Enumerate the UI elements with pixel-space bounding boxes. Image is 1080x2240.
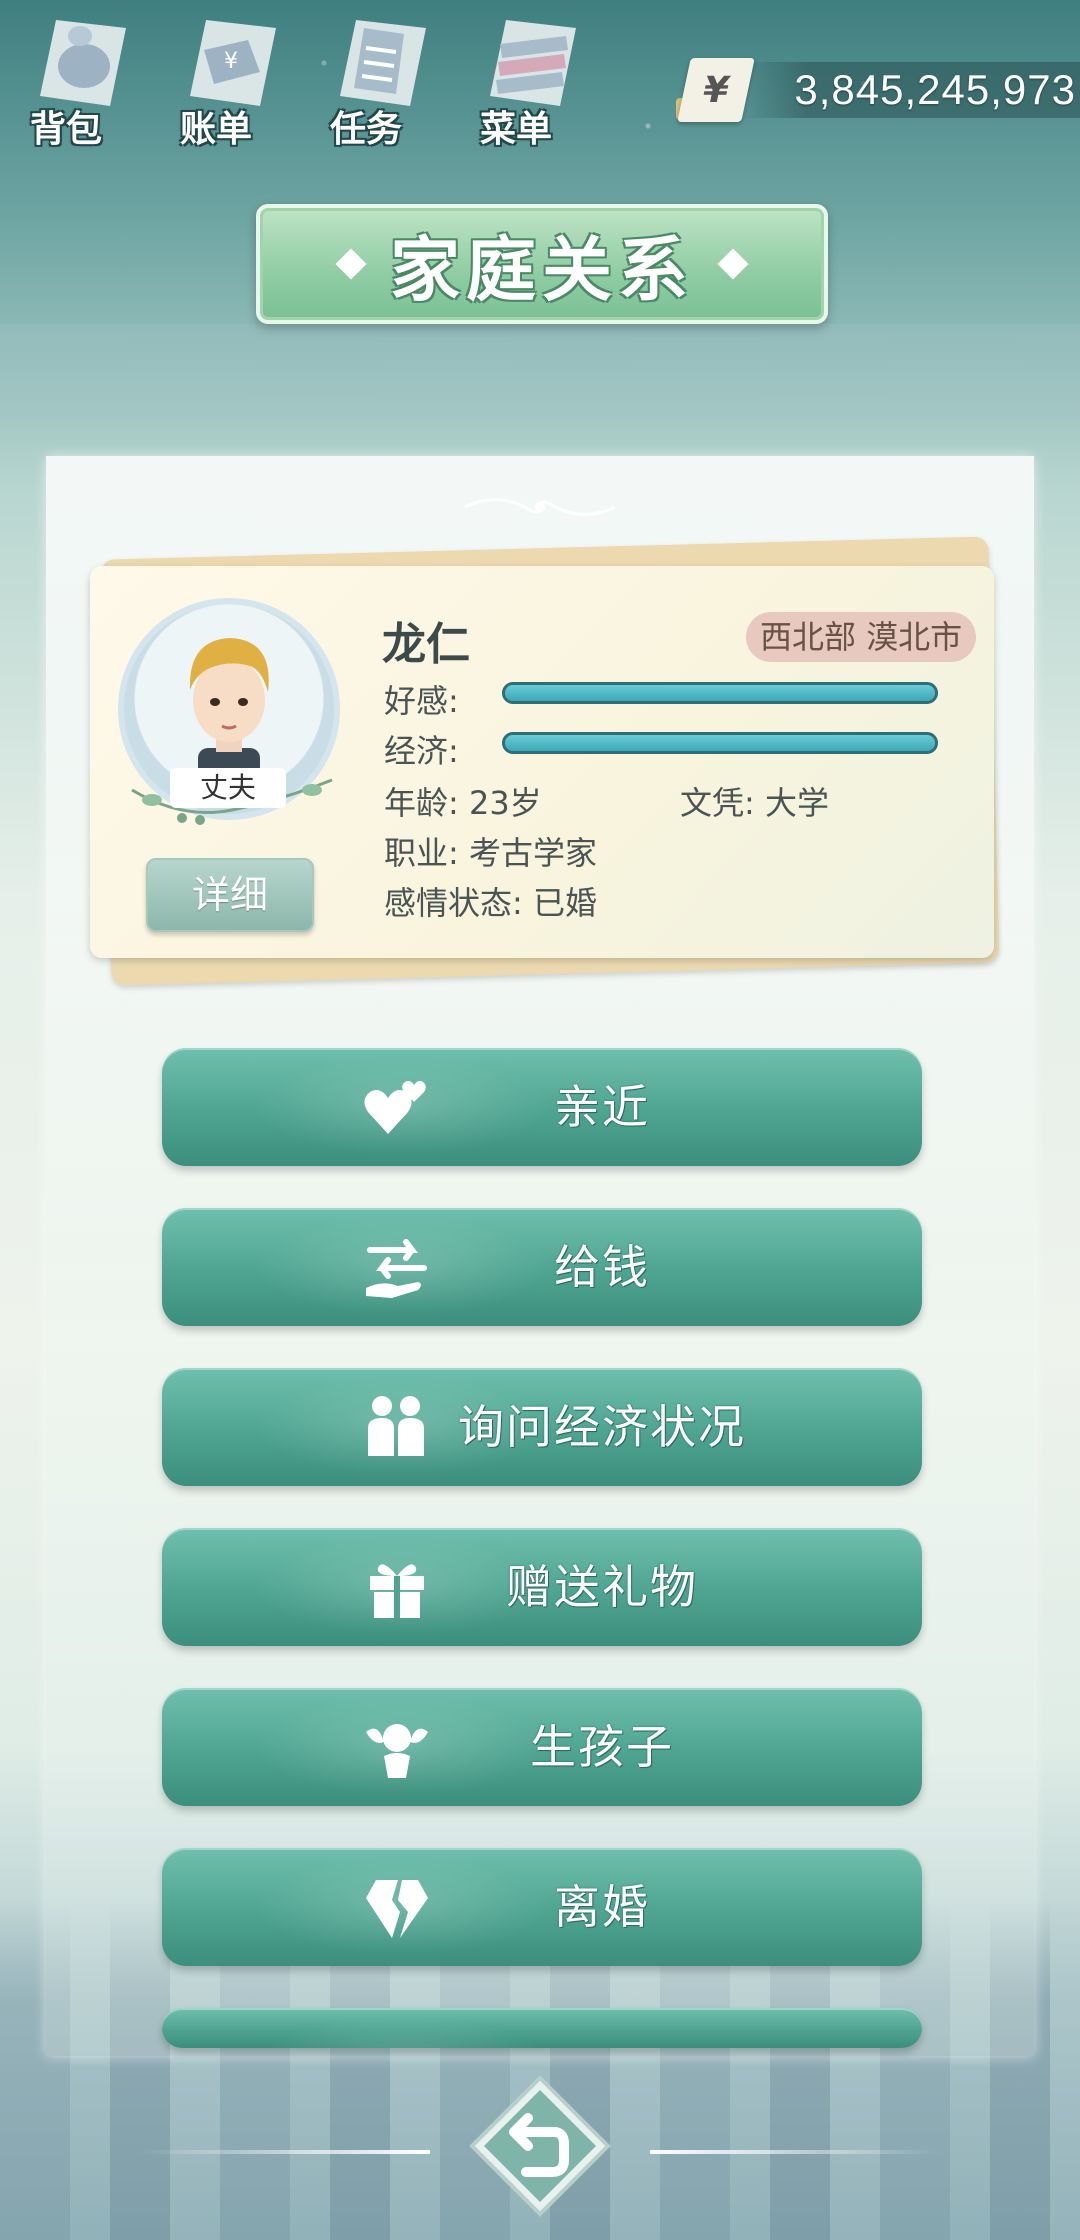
action-label: 给钱 — [554, 1240, 650, 1294]
action-label: 离婚 — [554, 1880, 650, 1934]
location-badge: 西北部 漠北市 — [746, 612, 977, 662]
occupation-text: 职业: 考古学家 — [384, 834, 597, 872]
action-divorce-button[interactable]: 离婚 — [162, 1848, 922, 1966]
yen-icon: ¥ — [677, 58, 755, 122]
role-tag: 丈夫 — [170, 768, 286, 808]
bill-icon: ¥ — [190, 20, 276, 106]
top-nav: 背包 ¥ 账单 任务 菜单 — [20, 10, 580, 150]
favor-label: 好感: — [384, 682, 459, 720]
nav-label-task: 任务 — [330, 109, 403, 150]
diamond-icon — [335, 248, 367, 280]
economy-label: 经济: — [384, 732, 459, 770]
task-icon — [340, 20, 426, 106]
back-button[interactable] — [468, 2074, 612, 2218]
favor-bar — [502, 682, 938, 704]
nav-label-backpack: 背包 — [30, 109, 103, 150]
diamond-icon — [717, 248, 749, 280]
nav-task[interactable]: 任务 — [320, 10, 430, 150]
detail-button[interactable]: 详细 — [146, 858, 314, 932]
page-title: 家庭关系 — [390, 228, 694, 311]
svg-text:¥: ¥ — [224, 49, 238, 74]
relationship-text: 感情状态: 已婚 — [384, 884, 597, 922]
action-label: 亲近 — [554, 1080, 650, 1134]
currency-display: ¥ 3,845,245,973 — [676, 58, 1080, 122]
nav-label-menu: 菜单 — [480, 109, 553, 150]
menu-icon — [490, 20, 576, 106]
action-give-money-button[interactable]: 给钱 — [162, 1208, 922, 1326]
title-banner: 家庭关系 — [256, 204, 828, 324]
nav-backpack[interactable]: 背包 — [20, 10, 130, 150]
action-intimate-button[interactable]: 亲近 — [162, 1048, 922, 1166]
favor-bar-fill — [505, 685, 935, 701]
avatar-portrait-icon — [189, 638, 269, 780]
action-gift-button[interactable]: 赠送礼物 — [162, 1528, 922, 1646]
character-name: 龙仁 — [382, 619, 470, 670]
economy-bar — [502, 732, 938, 754]
action-ask-finance-button[interactable]: 询问经济状况 — [162, 1368, 922, 1486]
education-text: 文凭: 大学 — [680, 784, 829, 822]
action-partial-button — [162, 2008, 922, 2048]
currency-value: 3,845,245,973 — [794, 66, 1076, 113]
action-label: 生孩子 — [530, 1720, 674, 1774]
action-have-child-button[interactable]: 生孩子 — [162, 1688, 922, 1806]
age-text: 年龄: 23岁 — [384, 784, 542, 822]
divider-left — [140, 2150, 430, 2154]
nav-bill[interactable]: ¥ 账单 — [170, 10, 280, 150]
backpack-icon — [40, 20, 126, 106]
economy-bar-fill — [505, 735, 935, 751]
nav-menu[interactable]: 菜单 — [470, 10, 580, 150]
ornament-icon — [464, 498, 616, 516]
divider-right — [650, 2150, 940, 2154]
action-label: 赠送礼物 — [506, 1560, 698, 1614]
action-label: 询问经济状况 — [458, 1400, 746, 1454]
nav-label-bill: 账单 — [180, 109, 253, 150]
